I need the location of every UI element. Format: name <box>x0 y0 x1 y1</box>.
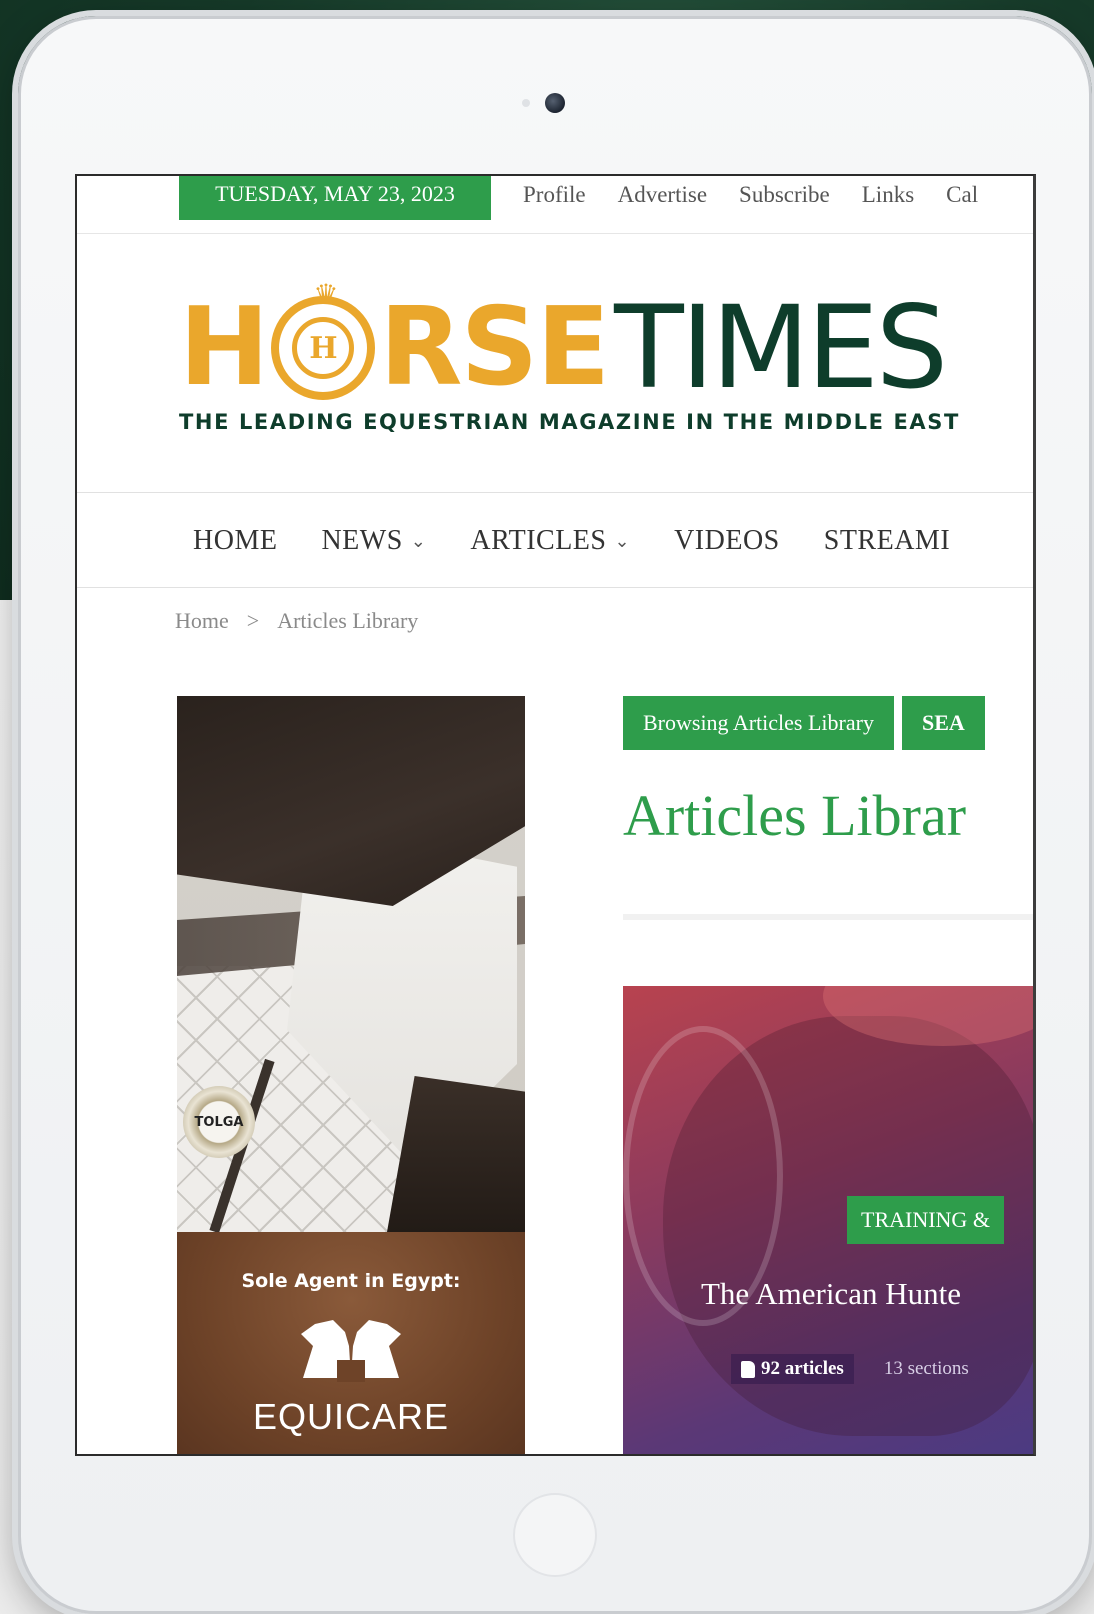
nav-item-home[interactable]: HOME <box>193 525 277 557</box>
divider <box>623 914 1033 920</box>
logo-letter-h: H <box>179 285 269 410</box>
search-button[interactable]: SEA <box>901 696 985 750</box>
top-link-links[interactable]: Links <box>862 176 914 220</box>
breadcrumb: Home > Articles Library <box>175 608 418 634</box>
nav-item-news[interactable]: NEWS ⌄ <box>321 525 426 557</box>
tablet-camera <box>545 93 565 113</box>
nav-item-label: HOME <box>193 525 278 556</box>
nav-item-streaming[interactable]: STREAMI <box>824 525 950 557</box>
ad-sole-agent: Sole Agent in Egypt: <box>241 1270 461 1292</box>
top-link-subscribe[interactable]: Subscribe <box>739 176 830 220</box>
main-nav: HOME NEWS ⌄ ARTICLES ⌄ VIDEOS STREAMI <box>77 492 1033 588</box>
tablet-sensor <box>522 99 530 107</box>
crown-icon: ♛ <box>313 280 339 311</box>
crest-monogram: H <box>292 317 355 379</box>
logo-letters-rse: RSE <box>379 285 610 410</box>
logo-tagline: THE LEADING EQUESTRIAN MAGAZINE IN THE M… <box>179 410 960 434</box>
logo-wordmark: H ♛ H RSE TIMES <box>179 280 979 414</box>
sidebar-ad[interactable]: TOLGA Sole Agent in Egypt: EQUICARE <box>177 696 525 1454</box>
article-count-badge: 92 articles <box>731 1354 854 1384</box>
nav-item-label: STREAMI <box>823 525 951 556</box>
nav-item-label: ARTICLES <box>470 525 607 556</box>
tablet-screen: TUESDAY, MAY 23, 2023 Profile Advertise … <box>75 174 1036 1456</box>
chevron-down-icon: ⌄ <box>614 530 631 551</box>
crest-icon: ♛ H <box>271 280 376 400</box>
ad-photo: TOLGA <box>177 696 525 1232</box>
feature-category-badge[interactable]: TRAINING & <box>847 1196 1004 1244</box>
top-link-profile[interactable]: Profile <box>523 176 586 220</box>
nav-item-label: VIDEOS <box>674 525 780 556</box>
top-links: Profile Advertise Subscribe Links Cal <box>523 176 978 220</box>
featured-section-card[interactable]: TRAINING & The American Hunte 92 article… <box>623 986 1033 1454</box>
section-count: 13 sections <box>883 1358 969 1379</box>
breadcrumb-home[interactable]: Home <box>175 608 229 634</box>
top-link-calendar[interactable]: Cal <box>946 176 978 220</box>
top-link-advertise[interactable]: Advertise <box>618 176 707 220</box>
browse-row: Browsing Articles Library SEA <box>623 696 985 750</box>
logo-times: TIMES <box>614 281 948 414</box>
twin-horse-logo-icon <box>301 1320 401 1382</box>
site-logo[interactable]: H ♛ H RSE TIMES THE LEADING EQUESTRIAN M… <box>179 280 979 438</box>
breadcrumb-separator-icon: > <box>246 608 260 633</box>
ad-brand-name: EQUICARE <box>252 1396 450 1437</box>
nav-item-label: NEWS <box>321 525 403 556</box>
page-title: Articles Librar <box>623 783 967 848</box>
top-bar: TUESDAY, MAY 23, 2023 Profile Advertise … <box>77 176 1033 234</box>
nav-item-articles[interactable]: ARTICLES ⌄ <box>470 525 630 557</box>
feature-meta: 92 articles 13 sections <box>731 1354 969 1384</box>
tablet-home-button[interactable] <box>513 1493 597 1577</box>
nav-item-videos[interactable]: VIDEOS <box>674 525 780 557</box>
feature-title[interactable]: The American Hunte <box>701 1276 961 1312</box>
date-badge: TUESDAY, MAY 23, 2023 <box>179 176 491 220</box>
article-count: 92 articles <box>761 1358 844 1379</box>
chevron-down-icon: ⌄ <box>410 530 427 551</box>
browsing-label: Browsing Articles Library <box>623 696 894 750</box>
ad-brand-badge: TOLGA <box>183 1086 255 1158</box>
document-icon <box>741 1360 755 1378</box>
breadcrumb-current: Articles Library <box>277 608 419 633</box>
